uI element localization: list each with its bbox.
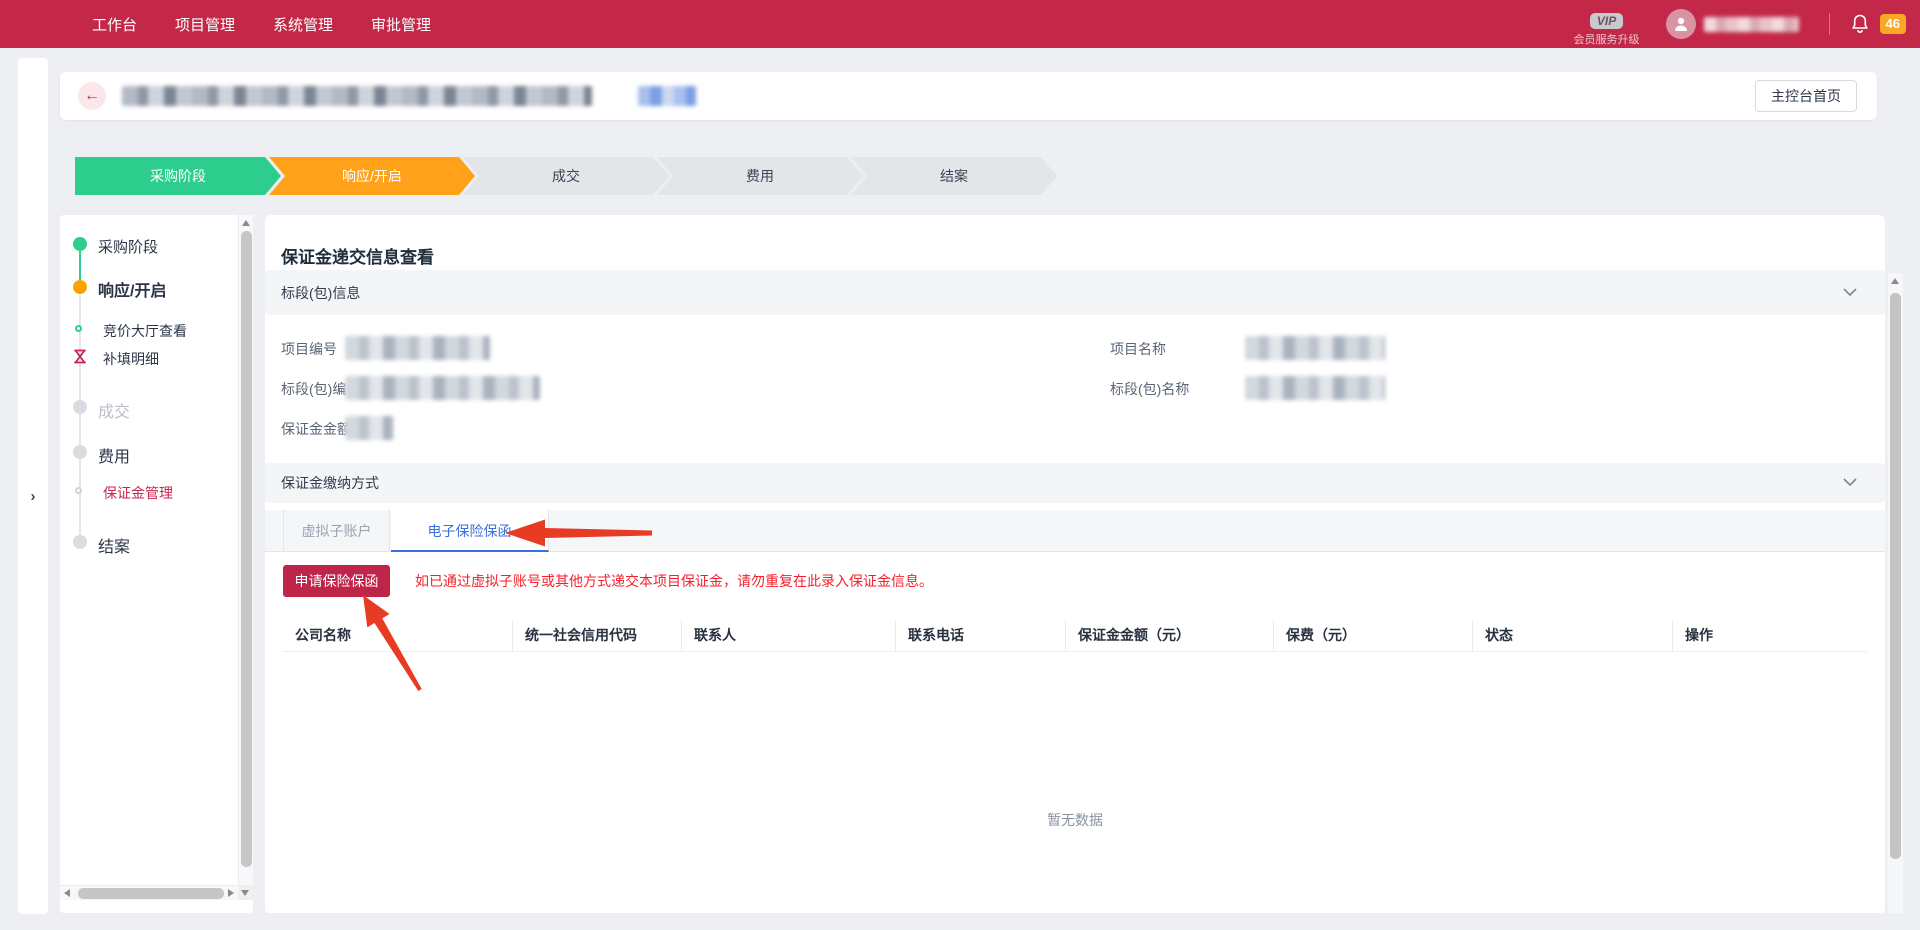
- nav-item-project-management[interactable]: 项目管理: [175, 14, 235, 35]
- guarantee-table-header: 公司名称 统一社会信用代码 联系人 联系电话 保证金金额（元） 保费（元） 状态…: [283, 620, 1867, 652]
- dot-closure: [73, 535, 87, 549]
- field-value-project-name-redacted: [1245, 336, 1385, 360]
- tab-electronic-insurance-letter[interactable]: 电子保险保函: [391, 510, 549, 552]
- dot-deal: [73, 400, 87, 414]
- notification-count-badge[interactable]: 46: [1880, 14, 1906, 34]
- vip-upgrade[interactable]: VIP 会员服务升级: [1574, 12, 1640, 47]
- stage-sidebar: 采购阶段 响应/开启 竞价大厅查看 补填明细 成交 费用 保证金管理 结案: [60, 215, 253, 913]
- page-title: 保证金递交信息查看: [281, 243, 434, 268]
- column-company-name: 公司名称: [283, 620, 513, 651]
- column-premium: 保费（元）: [1274, 620, 1473, 651]
- sidebar-item-fill-details[interactable]: 补填明细: [103, 349, 159, 369]
- step-response-open[interactable]: 响应/开启: [269, 157, 475, 195]
- scroll-up-icon[interactable]: [1891, 278, 1899, 284]
- main-vertical-scrollbar[interactable]: [1888, 273, 1903, 913]
- sidebar-item-bidding-hall[interactable]: 竞价大厅查看: [103, 321, 187, 341]
- hourglass-icon: [72, 348, 88, 365]
- sidebar-item-response-open[interactable]: 响应/开启: [98, 277, 166, 301]
- timeline-connector-gray: [79, 295, 81, 545]
- step-deal[interactable]: 成交: [463, 157, 669, 195]
- field-label-project-number: 项目编号: [281, 338, 337, 360]
- scrollbar-thumb[interactable]: [78, 888, 224, 899]
- sidebar-item-deposit-management[interactable]: 保证金管理: [103, 483, 173, 503]
- column-status: 状态: [1473, 620, 1673, 651]
- scroll-left-icon[interactable]: [64, 889, 70, 897]
- chevron-down-icon[interactable]: [1843, 477, 1857, 487]
- ring-deposit-management: [75, 487, 82, 494]
- section-title: 标段(包)信息: [281, 270, 360, 315]
- column-credit-code: 统一社会信用代码: [513, 620, 682, 651]
- sidebar-item-fees[interactable]: 费用: [98, 443, 130, 467]
- field-value-lot-number-redacted: [345, 376, 540, 400]
- field-label-deposit-amount: 保证金金额: [281, 418, 351, 440]
- sidebar-item-deal[interactable]: 成交: [98, 398, 130, 422]
- nav-item-approval-management[interactable]: 审批管理: [371, 14, 431, 35]
- payment-tabs: 虚拟子账户 电子保险保函: [265, 510, 1885, 552]
- console-home-button[interactable]: 主控台首页: [1755, 80, 1857, 112]
- scroll-down-icon[interactable]: [241, 890, 249, 896]
- field-value-deposit-amount-redacted: [345, 416, 393, 440]
- page-header-card: ← 主控台首页: [60, 72, 1877, 120]
- ring-bidding-hall: [75, 325, 82, 332]
- sidebar-vertical-scrollbar[interactable]: [238, 215, 253, 885]
- page-title-redacted: [122, 86, 592, 106]
- scrollbar-thumb[interactable]: [1890, 293, 1901, 859]
- section-payment-method-header[interactable]: 保证金缴纳方式: [265, 463, 1885, 503]
- top-navbar: 工作台 项目管理 系统管理 审批管理 VIP 会员服务升级 46: [0, 0, 1920, 48]
- notification-bell-icon[interactable]: [1850, 13, 1870, 35]
- nav-item-workbench[interactable]: 工作台: [92, 14, 137, 35]
- column-contact-phone: 联系电话: [896, 620, 1066, 651]
- sidebar-item-procurement-stage[interactable]: 采购阶段: [98, 236, 158, 257]
- apply-insurance-letter-button[interactable]: 申请保险保函: [283, 565, 390, 597]
- sidebar-item-closure[interactable]: 结案: [98, 533, 130, 557]
- sidebar-scroll-corner[interactable]: [238, 885, 253, 900]
- vip-caption: 会员服务升级: [1574, 31, 1640, 47]
- back-arrow-icon: ←: [84, 87, 100, 104]
- field-value-project-number-redacted: [345, 336, 490, 360]
- dot-fees: [73, 445, 87, 459]
- dot-response-open: [73, 280, 87, 294]
- step-fees[interactable]: 费用: [657, 157, 863, 195]
- nav-item-system-management[interactable]: 系统管理: [273, 14, 333, 35]
- section-lot-info-header[interactable]: 标段(包)信息: [265, 270, 1885, 315]
- scroll-up-icon[interactable]: [242, 220, 250, 226]
- field-value-lot-name-redacted: [1245, 376, 1385, 400]
- sidebar-horizontal-scrollbar[interactable]: [60, 885, 238, 900]
- column-contact-person: 联系人: [682, 620, 896, 651]
- status-tag-redacted: [638, 86, 696, 106]
- field-label-lot-name: 标段(包)名称: [1110, 378, 1189, 400]
- collapsed-side-panel: ›: [18, 58, 48, 914]
- duplicate-deposit-warning: 如已通过虚拟子账号或其他方式递交本项目保证金，请勿重复在此录入保证金信息。: [415, 565, 933, 597]
- scroll-right-icon[interactable]: [228, 889, 234, 897]
- column-actions: 操作: [1673, 620, 1867, 651]
- main-content-panel: 保证金递交信息查看 标段(包)信息 项目编号 项目名称 标段(包)编号 标段(包…: [265, 215, 1885, 913]
- divider: [1829, 13, 1830, 35]
- section-title: 保证金缴纳方式: [281, 463, 379, 503]
- dot-procurement-stage: [73, 237, 87, 251]
- column-deposit-amount: 保证金金额（元）: [1066, 620, 1274, 651]
- vip-icon: VIP: [1590, 13, 1623, 29]
- user-avatar[interactable]: [1666, 9, 1696, 39]
- back-button[interactable]: ←: [78, 82, 106, 110]
- chevron-down-icon[interactable]: [1843, 287, 1857, 297]
- person-icon: [1672, 15, 1690, 33]
- step-closure[interactable]: 结案: [851, 157, 1057, 195]
- expand-panel-button[interactable]: ›: [18, 488, 48, 505]
- step-procurement-stage[interactable]: 采购阶段: [75, 157, 281, 195]
- username-redacted[interactable]: [1704, 17, 1799, 32]
- main-nav: 工作台 项目管理 系统管理 审批管理: [92, 14, 431, 35]
- empty-table-message: 暂无数据: [283, 810, 1867, 830]
- tab-virtual-sub-account[interactable]: 虚拟子账户: [283, 510, 390, 552]
- scrollbar-thumb[interactable]: [241, 231, 252, 867]
- process-steps: 采购阶段 响应/开启 成交 费用 结案: [75, 157, 1057, 195]
- field-label-project-name: 项目名称: [1110, 338, 1166, 360]
